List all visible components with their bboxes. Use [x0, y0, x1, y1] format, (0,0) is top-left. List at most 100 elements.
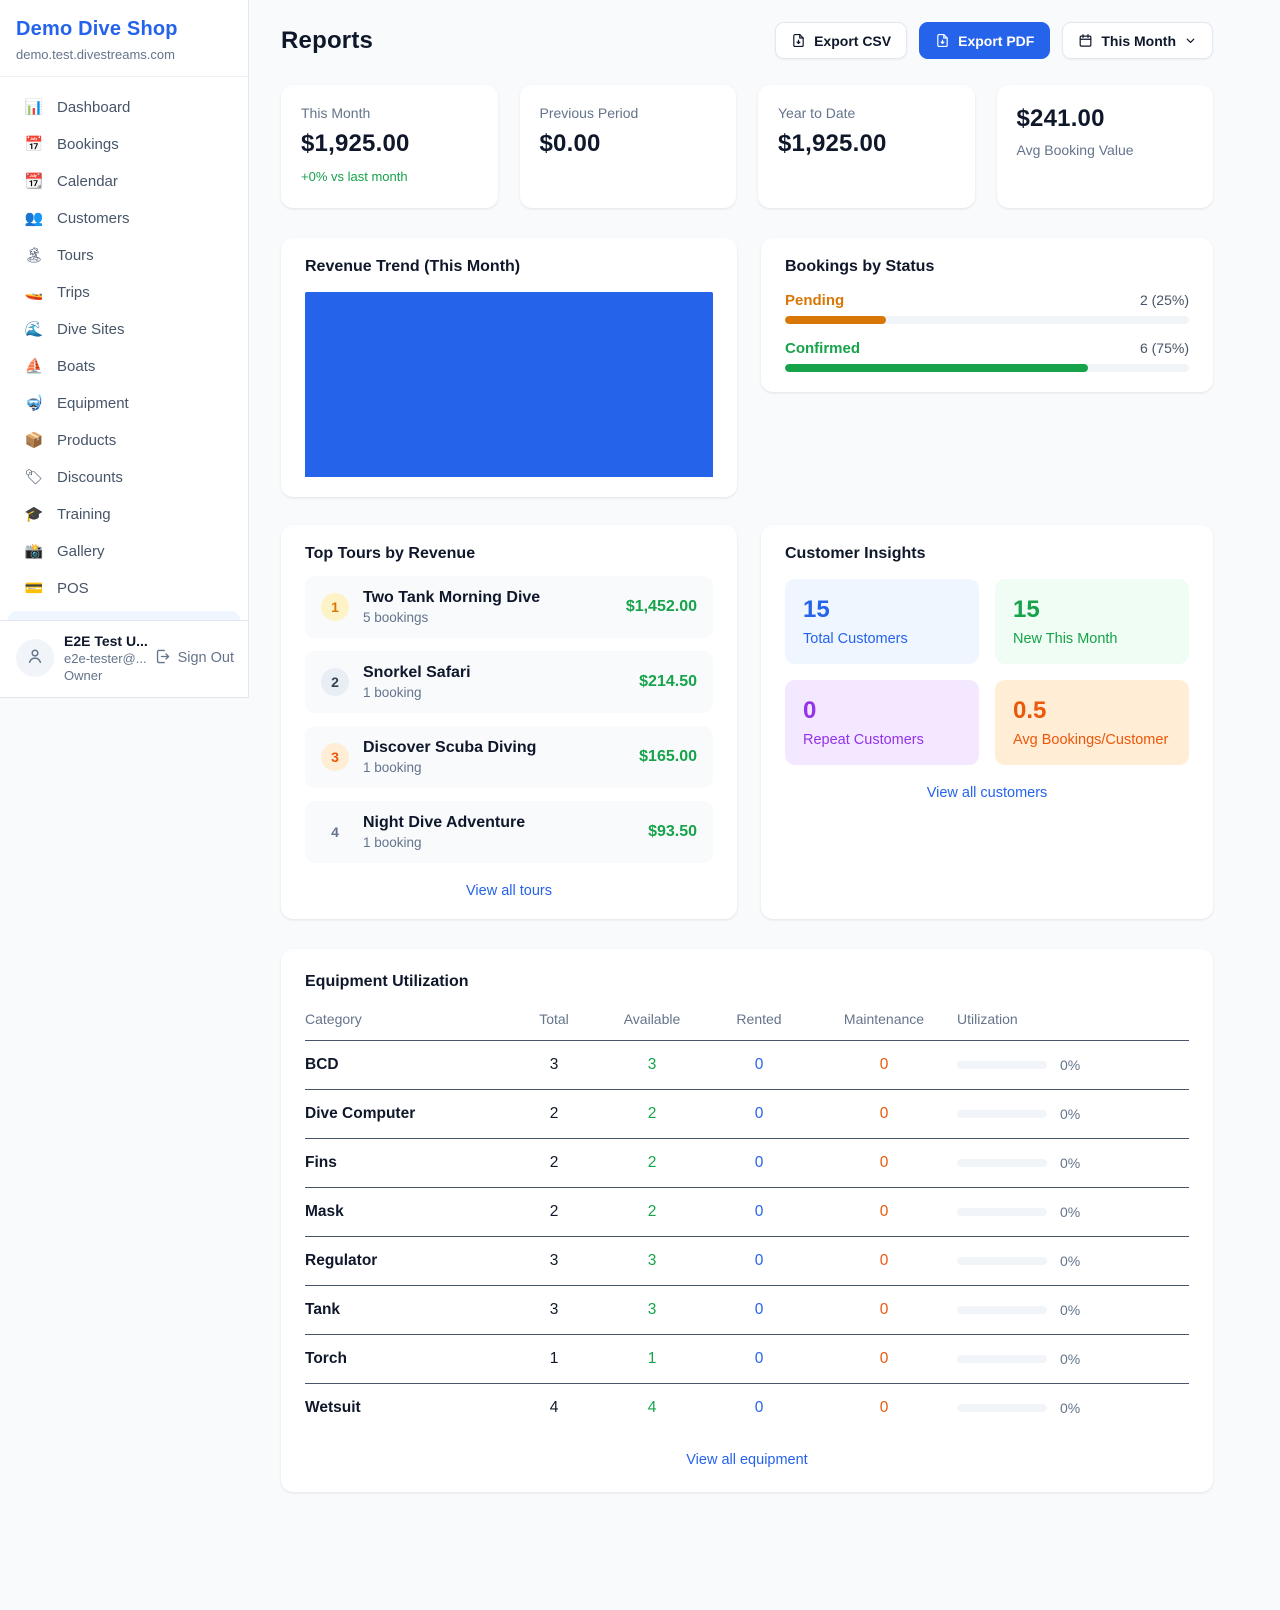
equipment-row: Wetsuit 4 4 0 0 0% [305, 1384, 1189, 1432]
equipment-maintenance: 0 [811, 1056, 957, 1074]
sign-out-button[interactable]: Sign Out [154, 648, 234, 669]
equipment-total: 3 [511, 1301, 597, 1319]
period-label: This Month [1101, 33, 1176, 49]
col-total: Total [511, 1011, 597, 1027]
tour-rank-badge: 2 [321, 668, 349, 696]
tour-bookings: 1 booking [363, 760, 536, 775]
sidebar-nav-item[interactable]: ⛵ Boats [8, 348, 240, 385]
sidebar-nav-item[interactable]: 📅 Bookings [8, 126, 240, 163]
equipment-total: 3 [511, 1056, 597, 1074]
page-title: Reports [281, 27, 373, 55]
stat-card: Previous Period $0.00 [520, 85, 737, 208]
tour-row[interactable]: 1 Two Tank Morning Dive 5 bookings $1,45… [305, 576, 713, 638]
sidebar-nav-item[interactable]: 🏷 Discounts [8, 459, 240, 496]
calendar-icon [1078, 33, 1093, 48]
revenue-trend-bar [305, 292, 713, 477]
equipment-utilization-cell: 0% [957, 1253, 1189, 1269]
col-category: Category [305, 1011, 511, 1027]
insight-label: Total Customers [803, 631, 961, 647]
utilization-percent: 0% [1060, 1204, 1080, 1220]
sidebar-nav-item[interactable]: 📆 Calendar [8, 163, 240, 200]
insight-value: 15 [1013, 596, 1171, 624]
export-csv-button[interactable]: Export CSV [775, 22, 907, 59]
main-content: Reports Export CSV E [249, 0, 1232, 1492]
export-pdf-button[interactable]: Export PDF [919, 22, 1050, 59]
status-progress-fill [785, 316, 886, 324]
view-all-tours-link[interactable]: View all tours [305, 883, 713, 899]
equipment-utilization-cell: 0% [957, 1106, 1189, 1122]
sidebar-nav-item[interactable]: 🏝 Tours [8, 237, 240, 274]
status-list: Pending 2 (25%) Confirmed 6 (75%) [785, 292, 1189, 372]
nav-item-label: Dive Sites [57, 321, 125, 338]
sidebar-nav-item[interactable]: 📊 Dashboard [8, 89, 240, 126]
stat-card: This Month $1,925.00 +0% vs last month [281, 85, 498, 208]
sidebar-nav-item[interactable]: 💳 POS [8, 570, 240, 607]
equipment-total: 2 [511, 1203, 597, 1221]
equipment-available: 4 [597, 1399, 707, 1417]
nav-item-label: Tours [57, 247, 94, 264]
nav-item-icon: 🎓 [24, 507, 44, 522]
equipment-rented: 0 [707, 1056, 811, 1074]
equipment-rented: 0 [707, 1350, 811, 1368]
nav-item-icon: 🏷 [24, 470, 44, 485]
bookings-by-status-title: Bookings by Status [785, 258, 1189, 276]
stat-value: $1,925.00 [301, 130, 478, 158]
insight-label: Repeat Customers [803, 732, 961, 748]
nav-item-icon: 👥 [24, 211, 44, 226]
equipment-maintenance: 0 [811, 1154, 957, 1172]
stat-label: Previous Period [540, 105, 717, 121]
sidebar-nav-item[interactable]: 👥 Customers [8, 200, 240, 237]
equipment-total: 1 [511, 1350, 597, 1368]
sidebar-nav-item[interactable]: 📦 Products [8, 422, 240, 459]
equipment-available: 3 [597, 1056, 707, 1074]
sidebar-nav-item[interactable]: 🤿 Equipment [8, 385, 240, 422]
equipment-maintenance: 0 [811, 1350, 957, 1368]
top-tours-title: Top Tours by Revenue [305, 545, 713, 563]
utilization-percent: 0% [1060, 1400, 1080, 1416]
file-download-icon [791, 33, 806, 48]
equipment-available: 3 [597, 1252, 707, 1270]
tour-row[interactable]: 2 Snorkel Safari 1 booking $214.50 [305, 651, 713, 713]
nav-item-label: Products [57, 432, 116, 449]
insight-value: 0.5 [1013, 697, 1171, 725]
nav-item-label: Gallery [57, 543, 105, 560]
equipment-total: 2 [511, 1154, 597, 1172]
nav-item-icon: 📊 [24, 100, 44, 115]
period-dropdown[interactable]: This Month [1062, 22, 1213, 59]
tour-row[interactable]: 4 Night Dive Adventure 1 booking $93.50 [305, 801, 713, 863]
equipment-utilization-title: Equipment Utilization [305, 973, 1189, 991]
equipment-rented: 0 [707, 1105, 811, 1123]
equipment-rented: 0 [707, 1399, 811, 1417]
status-row: Pending 2 (25%) [785, 292, 1189, 324]
view-all-customers-link[interactable]: View all customers [785, 785, 1189, 801]
tour-name: Night Dive Adventure [363, 814, 525, 832]
utilization-percent: 0% [1060, 1057, 1080, 1073]
tour-name: Snorkel Safari [363, 664, 471, 682]
equipment-row: Dive Computer 2 2 0 0 0% [305, 1090, 1189, 1139]
status-progress-track [785, 316, 1189, 324]
equipment-available: 1 [597, 1350, 707, 1368]
equipment-row: Fins 2 2 0 0 0% [305, 1139, 1189, 1188]
equipment-utilization-cell: 0% [957, 1155, 1189, 1171]
chevron-down-icon [1184, 34, 1197, 47]
tour-row[interactable]: 3 Discover Scuba Diving 1 booking $165.0… [305, 726, 713, 788]
equipment-maintenance: 0 [811, 1203, 957, 1221]
equipment-available: 2 [597, 1154, 707, 1172]
insight-label: New This Month [1013, 631, 1171, 647]
sidebar-item-reports-partial[interactable] [8, 611, 240, 620]
stat-value: $241.00 [1017, 105, 1194, 133]
equipment-rented: 0 [707, 1252, 811, 1270]
sidebar-nav-item[interactable]: 🚤 Trips [8, 274, 240, 311]
equipment-utilization-cell: 0% [957, 1351, 1189, 1367]
tour-revenue: $1,452.00 [626, 598, 697, 616]
view-all-equipment-link[interactable]: View all equipment [305, 1452, 1189, 1468]
sidebar-nav-item[interactable]: 🎓 Training [8, 496, 240, 533]
nav-item-label: Training [57, 506, 111, 523]
tour-bookings: 1 booking [363, 835, 525, 850]
tour-revenue: $214.50 [639, 673, 697, 691]
utilization-track [957, 1306, 1047, 1314]
sidebar-nav-item[interactable]: 📸 Gallery [8, 533, 240, 570]
sidebar-nav-item[interactable]: 🌊 Dive Sites [8, 311, 240, 348]
utilization-percent: 0% [1060, 1302, 1080, 1318]
stat-card: Avg Booking Value $241.00 [997, 85, 1214, 208]
